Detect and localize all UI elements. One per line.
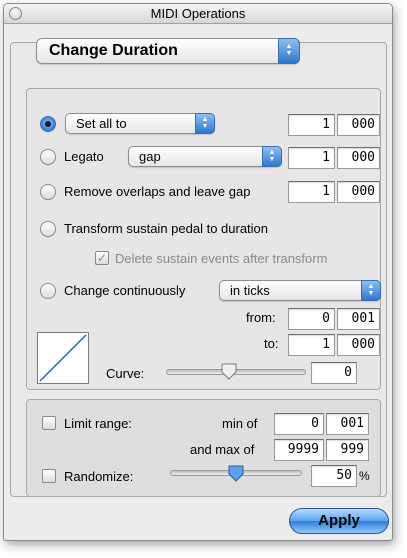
legato-field-b[interactable]: 000 [337, 147, 380, 169]
max-field-a[interactable]: 9999 [274, 439, 324, 461]
randomize-value-field[interactable]: 50 [311, 465, 357, 487]
min-of-label: min of [222, 416, 258, 431]
legato-radio[interactable] [40, 149, 56, 165]
apply-button[interactable]: Apply [289, 508, 389, 534]
operation-popup[interactable]: Change Duration ▲ ▼ [36, 38, 300, 64]
set-all-radio[interactable] [40, 116, 56, 132]
randomize-checkbox[interactable] [42, 469, 56, 483]
legato-popup-label: gap [139, 149, 161, 164]
min-field-a[interactable]: 0 [274, 413, 324, 435]
delete-sustain-checkbox[interactable]: ✓ [95, 251, 109, 265]
curve-label: Curve: [106, 366, 145, 381]
to-field-a[interactable]: 1 [288, 334, 335, 356]
remove-overlaps-field-b[interactable]: 000 [337, 181, 380, 203]
transform-sustain-radio[interactable] [40, 221, 56, 237]
set-all-field-b[interactable]: 000 [337, 114, 380, 136]
max-field-b[interactable]: 999 [326, 439, 369, 461]
change-continuously-label: Change continuously [64, 283, 186, 298]
popup-arrows-icon: ▲ ▼ [278, 38, 300, 64]
change-continuously-popup[interactable]: in ticks ▲ ▼ [219, 280, 381, 301]
max-of-label: and max of [190, 442, 255, 457]
curve-slider-thumb[interactable] [220, 362, 238, 380]
to-field-b[interactable]: 000 [337, 334, 380, 356]
midi-operations-window: MIDI Operations Change Duration ▲ ▼ Set a… [3, 3, 393, 541]
operation-popup-label: Change Duration [49, 42, 178, 59]
legato-field-a[interactable]: 1 [288, 147, 335, 169]
to-label: to: [264, 336, 279, 351]
set-all-popup[interactable]: Set all to ▲ ▼ [65, 113, 215, 134]
legato-label: Legato [64, 149, 104, 164]
set-all-popup-label: Set all to [76, 116, 127, 131]
limit-range-checkbox[interactable] [42, 416, 56, 430]
remove-overlaps-radio[interactable] [40, 184, 56, 200]
randomize-label: Randomize: [64, 469, 134, 484]
remove-overlaps-label: Remove overlaps and leave gap [64, 184, 251, 199]
randomize-unit: % [359, 469, 370, 483]
from-label: from: [246, 310, 276, 325]
curve-line-icon [39, 334, 87, 382]
legato-popup[interactable]: gap ▲ ▼ [128, 146, 282, 167]
curve-graph [37, 332, 89, 384]
popup-arrows-icon: ▲ ▼ [361, 280, 381, 301]
set-all-field-a[interactable]: 1 [288, 114, 335, 136]
remove-overlaps-field-a[interactable]: 1 [288, 181, 335, 203]
title-bar: MIDI Operations [4, 4, 392, 24]
randomize-slider-thumb[interactable] [227, 464, 245, 482]
popup-arrows-icon: ▲ ▼ [262, 146, 282, 167]
transform-sustain-label: Transform sustain pedal to duration [64, 221, 269, 236]
window-title: MIDI Operations [150, 6, 246, 21]
popup-arrows-icon: ▲ ▼ [195, 113, 215, 134]
limit-range-label: Limit range: [64, 416, 132, 431]
close-window-button[interactable] [9, 7, 22, 20]
change-continuously-popup-label: in ticks [230, 283, 270, 298]
from-field-b[interactable]: 001 [337, 308, 380, 330]
change-continuously-radio[interactable] [40, 283, 56, 299]
from-field-a[interactable]: 0 [288, 308, 335, 330]
curve-value-field[interactable]: 0 [311, 362, 357, 384]
delete-sustain-label: Delete sustain events after transform [115, 251, 328, 266]
min-field-b[interactable]: 001 [326, 413, 369, 435]
